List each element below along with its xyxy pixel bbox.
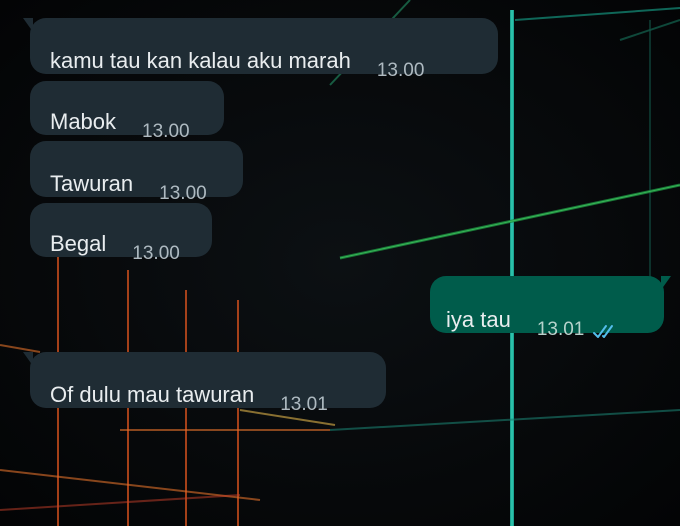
message-text: Mabok (50, 109, 117, 134)
incoming-message-bubble[interactable]: kamu tau kan kalau aku marah 13.00 (23, 18, 498, 81)
message-text: kamu tau kan kalau aku marah (50, 48, 351, 73)
incoming-message-bubble[interactable]: Mabok 13.00 (30, 81, 224, 142)
message-text: iya tau (446, 307, 511, 332)
chat-wallpaper (0, 0, 680, 526)
message-text: Begal (50, 231, 107, 256)
incoming-message-bubble[interactable]: Begal 13.00 (30, 203, 212, 264)
double-check-read-icon (593, 325, 614, 338)
incoming-message-bubble[interactable]: Of dulu mau tawuran 13.01 (23, 352, 386, 415)
message-time: 13.00 (376, 60, 425, 81)
message-time: 13.01 (280, 394, 328, 415)
message-time: 13.00 (159, 183, 207, 204)
outgoing-message-bubble[interactable]: iya tau 13.01 (430, 276, 671, 340)
message-text: Of dulu mau tawuran (50, 382, 255, 407)
message-text: Tawuran (50, 171, 134, 196)
message-time: 13.01 (536, 319, 585, 340)
message-time: 13.00 (132, 243, 180, 264)
message-time: 13.00 (142, 121, 190, 142)
incoming-message-bubble[interactable]: Tawuran 13.00 (30, 141, 243, 204)
